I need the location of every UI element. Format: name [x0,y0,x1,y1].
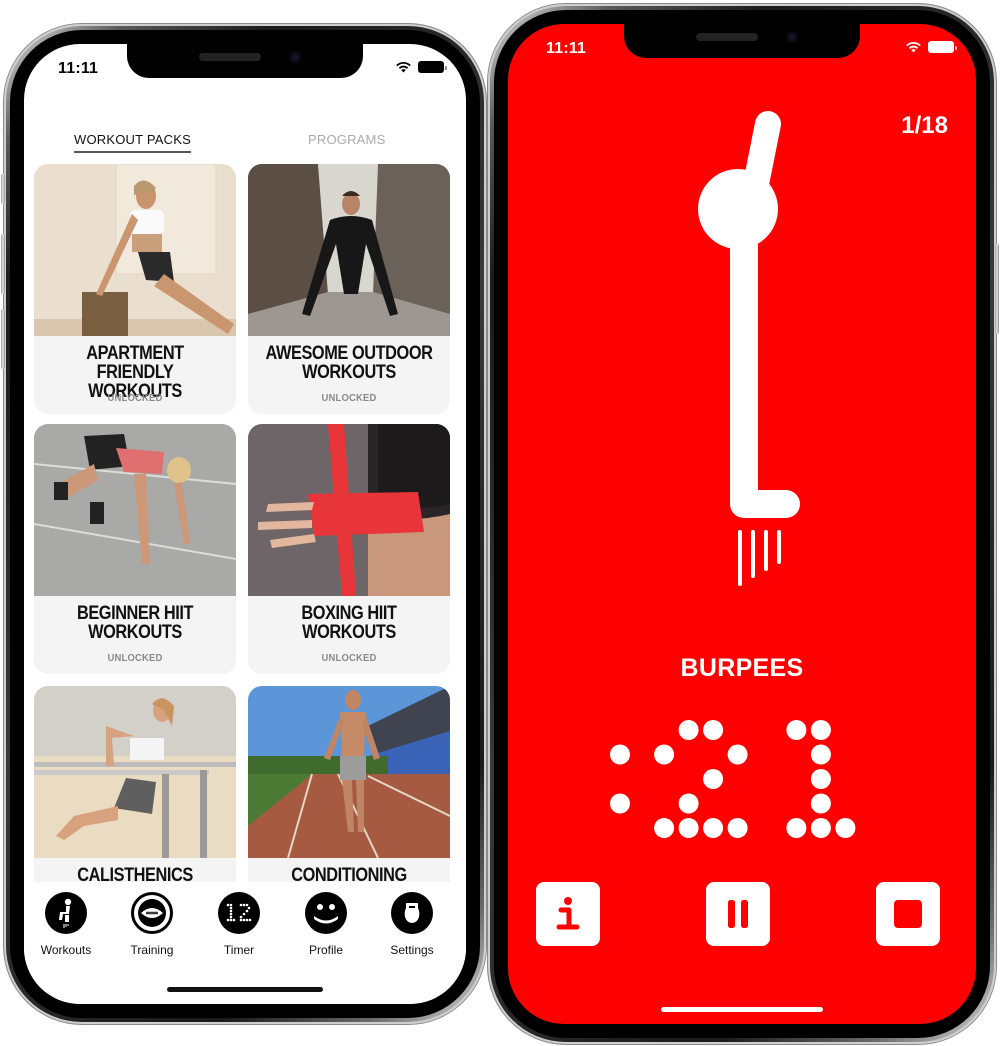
stop-icon [894,900,922,928]
top-tab-bar: WORKOUT PACKS PROGRAMS [24,132,466,162]
workout-packs-screen: 11:11 WORKOUT PACKS PROGRAMS APARTMENT F… [24,44,466,1004]
timer-dot [703,769,724,789]
kettlebell-icon [391,892,433,934]
notch [127,44,363,78]
timer-dot [810,818,831,838]
tabbar-label: Training [130,943,174,957]
timer-dot [703,720,724,740]
timer-dot [835,818,856,838]
card-awesome-outdoor[interactable]: AWESOME OUTDOOR WORKOUTS UNLOCKED [248,164,450,414]
power-button [995,244,999,334]
card-boxing-hiit[interactable]: BOXING HIIT WORKOUTS UNLOCKED [248,424,450,674]
card-status: UNLOCKED [321,652,377,664]
stop-button[interactable] [876,882,940,946]
timer-dot [810,720,831,740]
tabbar-item-timer[interactable]: Timer [199,892,279,957]
info-button[interactable] [536,882,600,946]
wifi-icon [906,41,921,53]
tabbar-label: Workouts [40,943,92,957]
tabbar-item-settings[interactable]: Settings [372,892,452,957]
info-icon [556,897,580,930]
timer-dot [810,793,831,814]
card-image-outdoor [248,164,450,336]
notch [624,24,860,58]
bottom-tab-bar: Workouts Training Timer Profile Settings [24,882,466,1004]
status-time: 11:11 [546,40,587,57]
card-title: BOXING HIIT WORKOUTS [301,603,397,643]
timer-dot [703,818,724,838]
card-status: UNLOCKED [321,392,377,404]
tabbar-item-training[interactable]: Training [112,892,192,957]
timer-dot [610,793,630,814]
timer-dot [786,818,807,838]
right-phone-frame: 11:11 1/18 BURPEES :21 [488,4,999,1044]
tabbar-label: Settings [390,943,434,957]
timer-dots-icon [218,892,260,934]
home-indicator[interactable] [167,987,323,992]
pause-icon [728,900,748,928]
timer-dot [678,818,699,838]
battery-icon [928,40,957,53]
home-indicator[interactable] [661,1007,823,1012]
tab-programs[interactable]: PROGRAMS [308,132,385,151]
smiley-face-icon [305,892,347,934]
card-title: BEGINNER HIIT WORKOUTS [76,603,194,643]
timer-dot [786,720,807,740]
workouts-figure-icon [45,892,87,934]
countdown-timer-dots: :21 [610,720,856,838]
card-status: UNLOCKED [107,392,163,404]
timer-dot [610,744,630,765]
card-image-conditioning [248,686,450,858]
tabbar-label: Timer [223,943,255,957]
timer-dot [810,744,831,765]
volume-down-button [1,309,5,369]
timer-dot [654,818,675,838]
tab-workout-packs[interactable]: WORKOUT PACKS [74,132,191,153]
card-image-apartment [34,164,236,336]
card-title: AWESOME OUTDOOR WORKOUTS [265,343,433,383]
tabbar-label: Profile [308,943,343,957]
card-beginner-hiit[interactable]: BEGINNER HIIT WORKOUTS UNLOCKED [34,424,236,674]
card-image-boxing-hiit [248,424,450,596]
tabbar-item-workouts[interactable]: Workouts [26,892,106,957]
left-phone-frame: 11:11 WORKOUT PACKS PROGRAMS APARTMENT F… [1,24,486,1024]
card-apartment-friendly[interactable]: APARTMENT FRIENDLY WORKOUTS UNLOCKED [34,164,236,414]
timer-dot [678,793,699,814]
timer-dot [810,769,831,789]
tabbar-item-profile[interactable]: Profile [286,892,366,957]
mute-switch [1,174,5,204]
status-time: 11:11 [58,60,99,77]
exercise-screen: 11:11 1/18 BURPEES :21 [508,24,976,1024]
pause-button[interactable] [706,882,770,946]
card-image-beginner-hiit [34,424,236,596]
card-image-calisthenics [34,686,236,858]
timer-dot [654,744,675,765]
volume-up-button [1,234,5,294]
card-status: UNLOCKED [107,652,163,664]
wifi-icon [396,61,411,73]
timer-dot [727,818,748,838]
timer-dot [678,720,699,740]
training-football-icon [131,892,173,934]
battery-icon [418,60,447,73]
timer-dot [727,744,748,765]
